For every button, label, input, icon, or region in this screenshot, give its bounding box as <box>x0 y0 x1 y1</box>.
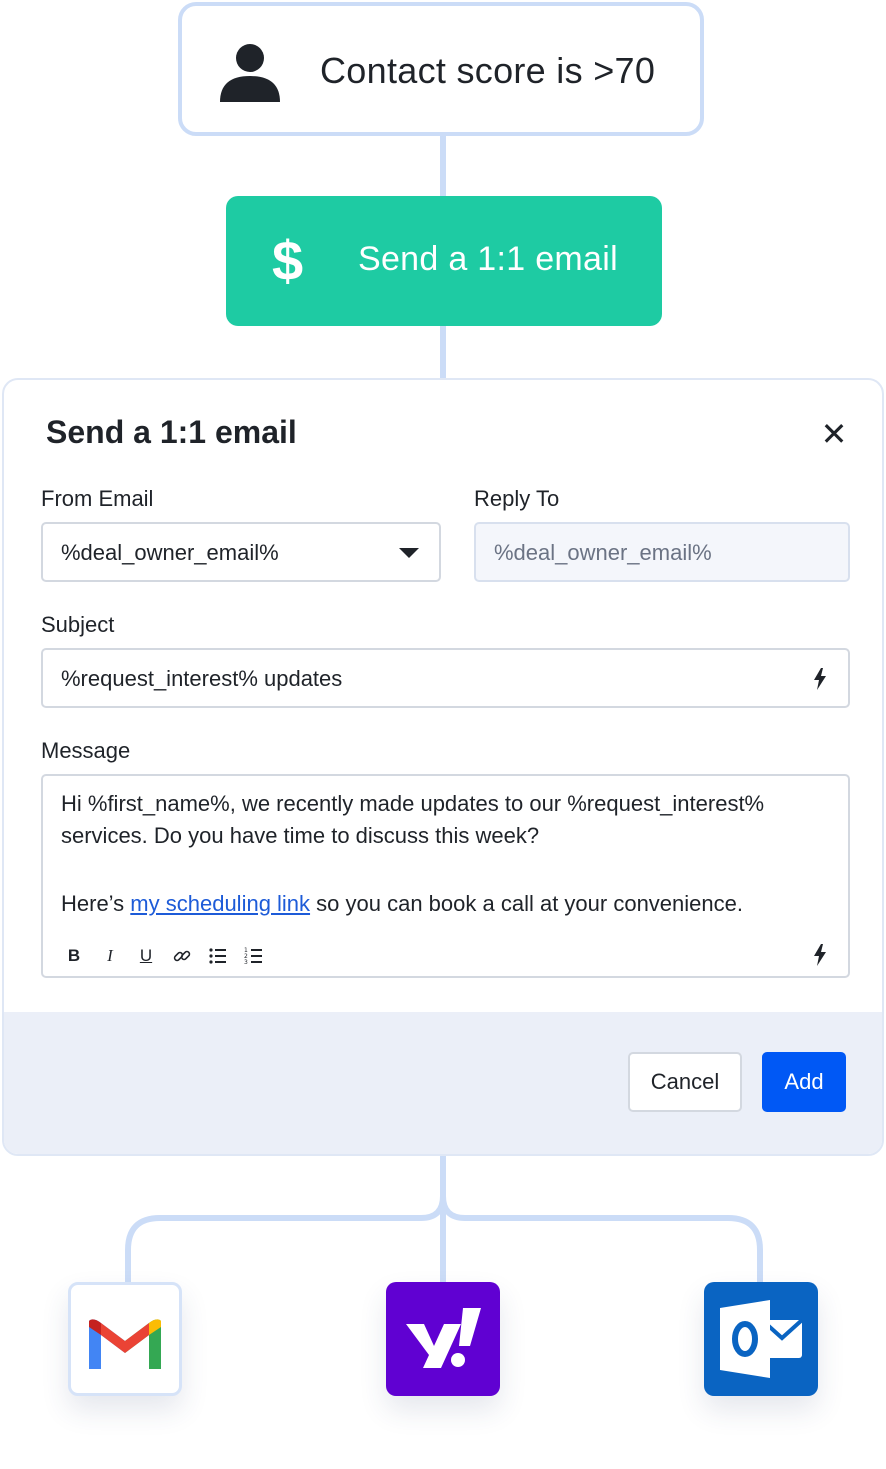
close-icon[interactable]: ✕ <box>818 418 850 450</box>
lightning-icon[interactable] <box>812 944 828 966</box>
subject-input[interactable]: %request_interest% updates <box>41 648 850 708</box>
message-label: Message <box>41 738 131 763</box>
message-line: Hi %first_name%, we recently made update… <box>61 791 765 816</box>
from-email-label: From Email <box>41 486 154 511</box>
cancel-button[interactable]: Cancel <box>628 1052 742 1112</box>
outlook-tile[interactable] <box>704 1282 818 1396</box>
email-settings-panel: Send a 1:1 email ✕ From Email %deal_owne… <box>2 378 884 1156</box>
italic-icon[interactable]: I <box>99 945 121 967</box>
numbered-list-icon[interactable]: 1 2 3 <box>243 945 265 967</box>
scheduling-link[interactable]: my scheduling link <box>130 891 310 916</box>
connector-line <box>440 326 446 380</box>
outlook-icon <box>720 1300 804 1378</box>
message-text: Here’s <box>61 891 131 916</box>
panel-footer: Cancel Add <box>4 1012 882 1154</box>
message-editor[interactable]: Hi %first_name%, we recently made update… <box>41 774 850 978</box>
yahoo-tile[interactable] <box>386 1282 500 1396</box>
from-email-value: %deal_owner_email% <box>61 540 279 565</box>
person-icon <box>220 44 280 102</box>
bulleted-list-icon[interactable] <box>207 945 229 967</box>
reply-to-field[interactable]: %deal_owner_email% <box>474 522 850 582</box>
from-email-select[interactable]: %deal_owner_email% <box>41 522 441 582</box>
gmail-icon <box>89 1319 161 1369</box>
branch-connector <box>125 1156 763 1284</box>
bold-icon[interactable]: B <box>63 945 85 967</box>
action-node[interactable]: $ Send a 1:1 email <box>226 196 662 326</box>
formatting-toolbar: B I U 1 2 3 <box>63 944 265 968</box>
underline-icon[interactable]: U <box>135 945 157 967</box>
message-line: Here’s my scheduling link so you can boo… <box>61 888 743 920</box>
subject-value: %request_interest% updates <box>61 666 343 691</box>
dollar-icon: $ <box>272 229 304 292</box>
message-text: so you can book a call at your convenien… <box>310 891 743 916</box>
reply-to-label: Reply To <box>474 486 560 511</box>
caret-down-icon <box>399 548 419 558</box>
gmail-tile[interactable] <box>68 1282 182 1396</box>
message-line: services. Do you have time to discuss th… <box>61 823 540 848</box>
link-icon[interactable] <box>171 945 193 967</box>
yahoo-icon <box>406 1308 481 1368</box>
trigger-label: Contact score is >70 <box>320 50 656 91</box>
reply-to-placeholder: %deal_owner_email% <box>494 540 712 565</box>
panel-title: Send a 1:1 email <box>46 414 297 450</box>
lightning-icon[interactable] <box>812 668 828 690</box>
connector-line <box>440 136 446 198</box>
action-label: Send a 1:1 email <box>358 240 618 278</box>
trigger-node[interactable]: Contact score is >70 <box>178 2 704 136</box>
subject-label: Subject <box>41 612 115 637</box>
svg-text:3: 3 <box>244 959 248 966</box>
add-button[interactable]: Add <box>762 1052 846 1112</box>
